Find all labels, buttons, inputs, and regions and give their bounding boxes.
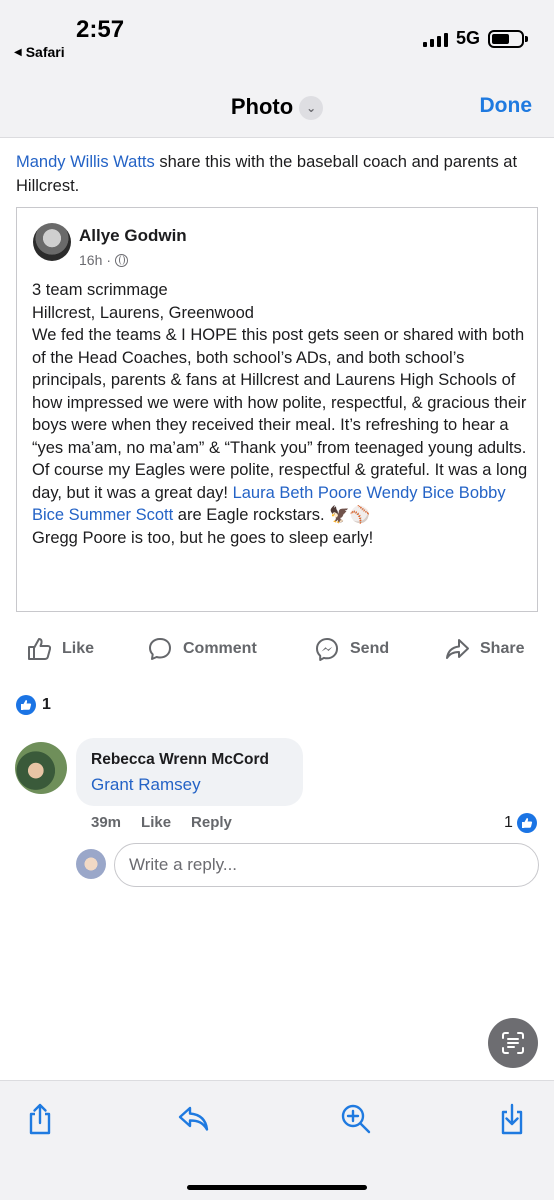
comment-reaction-count[interactable]: 1 (504, 813, 537, 833)
send-label: Send (350, 640, 390, 657)
post-author[interactable]: Allye Godwin (79, 226, 187, 246)
comment-like-count: 1 (504, 814, 513, 831)
reply-arrow-icon (178, 1106, 209, 1131)
post-line: We fed the teams & I HOPE this post gets… (32, 326, 528, 502)
share-label: Share (480, 640, 525, 657)
reply-input[interactable] (114, 843, 539, 887)
avatar[interactable] (15, 742, 67, 794)
live-text-button[interactable] (488, 1018, 538, 1068)
like-reaction-icon (16, 695, 36, 715)
download-icon (501, 1103, 523, 1135)
thumbs-up-icon (28, 638, 52, 660)
comment-mention-link[interactable]: Grant Ramsey (91, 775, 288, 795)
comment-like-button[interactable]: Like (141, 814, 171, 831)
post-tag-tail: are Eagle rockstars. 🦅⚾ (173, 506, 371, 524)
comment-reply-button[interactable]: Reply (191, 814, 232, 831)
reaction-summary[interactable]: 1 (16, 695, 51, 715)
send-button[interactable]: Send (314, 636, 389, 662)
back-to-safari[interactable]: ◀ Safari (14, 44, 65, 60)
post-paragraph: We fed the teams & I HOPE this post gets… (32, 324, 530, 527)
signal-icon (422, 31, 448, 47)
header: 2:57 ◀ Safari 5G Photo ⌄ Done (0, 0, 554, 138)
share-button[interactable]: Share (444, 636, 524, 662)
comment-author[interactable]: Rebecca Wrenn McCord (91, 751, 288, 769)
post-line: 3 team scrimmage (32, 281, 168, 299)
action-bar: Like Comment Send Share (0, 636, 554, 672)
post-body: 3 team scrimmage Hillcrest, Laurens, Gre… (32, 279, 530, 549)
share-toolbar-button[interactable] (22, 1101, 58, 1137)
live-text-icon (502, 1032, 524, 1054)
reaction-count: 1 (42, 696, 51, 713)
back-triangle-icon: ◀ (14, 46, 22, 58)
battery-icon (488, 29, 528, 48)
comment-icon (149, 638, 171, 660)
done-button[interactable]: Done (480, 94, 533, 118)
network-label: 5G (455, 28, 480, 48)
bottom-toolbar (0, 1080, 554, 1200)
post-meta: 16h · (79, 252, 129, 268)
download-toolbar-button[interactable] (494, 1101, 530, 1137)
mention-link[interactable]: Mandy Willis Watts (16, 153, 155, 171)
nav-title[interactable]: Photo ⌄ (0, 94, 554, 120)
back-app-label: Safari (25, 44, 65, 60)
share-arrow-icon (446, 639, 469, 659)
avatar[interactable] (33, 223, 71, 261)
status-indicators: 5G (422, 28, 528, 49)
like-reaction-icon (516, 813, 537, 833)
post-last-line: Gregg Poore is too, but he goes to sleep… (32, 528, 374, 547)
status-time: 2:57 (76, 16, 125, 43)
zoom-in-icon (341, 1104, 371, 1134)
post-time: 16h (79, 252, 103, 268)
chevron-down-icon[interactable]: ⌄ (299, 96, 324, 120)
globe-icon (115, 253, 129, 267)
comment-bubble[interactable]: Rebecca Wrenn McCord Grant Ramsey (76, 738, 303, 806)
share-message: Mandy Willis Watts share this with the b… (16, 150, 536, 198)
like-button[interactable]: Like (26, 636, 94, 662)
home-indicator (187, 1185, 367, 1190)
messenger-icon (316, 638, 338, 661)
zoom-toolbar-button[interactable] (338, 1101, 374, 1137)
comment-time: 39m (91, 814, 122, 831)
comment-meta: 39m Like Reply (91, 814, 232, 831)
reply-toolbar-button[interactable] (176, 1101, 212, 1137)
comment-label: Comment (183, 640, 257, 657)
nav-title-text: Photo (230, 94, 294, 119)
like-label: Like (62, 640, 95, 657)
comment-button[interactable]: Comment (147, 636, 257, 662)
share-icon (29, 1103, 51, 1135)
avatar (76, 849, 106, 879)
shared-post[interactable]: Allye Godwin 16h · 3 team scrimmage Hill… (16, 207, 538, 612)
post-line: Hillcrest, Laurens, Greenwood (32, 303, 254, 322)
